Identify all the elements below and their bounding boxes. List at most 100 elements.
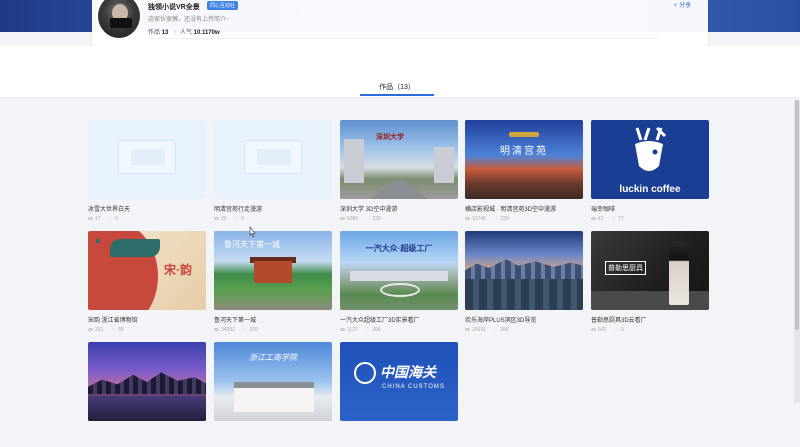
profile-description: 这家伙很懒，还没有上传简介~ (148, 17, 230, 23)
work-card[interactable]: 浙江工商学院 (214, 342, 332, 447)
eye-icon (591, 328, 596, 332)
card-stats: 1127 ♡ 306 (340, 327, 381, 333)
work-card[interactable]: 中国海关 CHINA CUSTOMS (340, 342, 458, 447)
card-likes: 209 (249, 327, 258, 333)
profile-name: 独领小说VR全景 (148, 4, 200, 11)
school-image: 浙江工商学院 (214, 342, 332, 421)
card-title: 普勒思厨具3D云看厂 (591, 318, 647, 324)
work-card[interactable]: 冰雪大世界白天 17 ♡ 0 (88, 120, 206, 225)
works-label: 作品 (148, 30, 161, 36)
card-views: 1127 (347, 327, 358, 333)
work-card[interactable]: 明清宫苑 横店影视城 · 明清宫苑3D空中漫游 10749 ♡ 239 (465, 120, 583, 225)
card-views: 17 (95, 216, 101, 222)
card-likes: 0 (115, 216, 118, 222)
mouse-cursor-icon (249, 226, 256, 238)
card-overlay-text: 中国海关 (380, 364, 436, 380)
card-title: 瑞幸咖啡 (591, 207, 616, 213)
eye-icon (465, 217, 470, 221)
card-overlay-subtext: CHINA CUSTOMS (382, 384, 445, 390)
heart-icon: ♡ (611, 216, 617, 222)
card-views: 331 (95, 327, 104, 333)
eye-icon (214, 328, 219, 332)
card-title: 欢乐海岸PLUS滨区3D导览 (465, 318, 537, 324)
card-views: 542 (598, 327, 607, 333)
card-views: 41 (598, 216, 604, 222)
card-title: 宋韵 浙江省博物馆 (88, 318, 138, 324)
heart-icon: ♡ (108, 216, 114, 222)
card-title: 鲁河天下第一城 (214, 318, 257, 324)
card-stats: 17 ♡ 0 (88, 216, 118, 222)
city-dusk-image (465, 231, 583, 310)
heart-icon: ♡ (111, 327, 116, 333)
eye-icon (214, 217, 219, 221)
share-button[interactable]: < 分享 (674, 0, 691, 9)
blank-icon (214, 120, 332, 199)
tab-works[interactable]: 作品（13） (360, 82, 434, 92)
card-stats: 15531 ♡ 355 (465, 327, 509, 333)
card-views: 10749 (472, 216, 486, 222)
profile-stats: 作品 13 | 人气 10.1170w (148, 30, 220, 36)
card-likes: 38 (117, 327, 124, 333)
work-card[interactable]: 深圳大学 深圳大学 3D空中漫游 6089 ♡ 226 (340, 120, 458, 225)
card-likes: 5 (620, 327, 624, 333)
card-overlay-text: 鲁河天下第一城 (224, 240, 280, 249)
card-title: 深圳大学 3D空中漫游 (340, 207, 398, 213)
blank-icon (88, 120, 206, 199)
customs-emblem-icon (354, 362, 376, 384)
works-count: 13 (161, 30, 169, 36)
eye-icon (591, 217, 596, 221)
card-overlay-text: 深圳大学 (376, 134, 404, 141)
card-title: 明清宫苑行走漫游 (214, 207, 263, 213)
popularity-value: 10.1170w (193, 30, 220, 36)
card-views: 20 (221, 216, 227, 222)
card-stats: 542 ♡ 5 (591, 327, 624, 333)
work-card[interactable]: 一汽大众·超级工厂 一汽大众超级工厂3D实景看厂 1127 ♡ 306 (340, 231, 458, 336)
card-overlay-text: 浙江工商学院 (249, 353, 297, 362)
card-views: 15531 (472, 327, 486, 333)
heart-icon: ♡ (493, 216, 499, 222)
eye-icon (88, 217, 93, 221)
profile-card: 独领小说VR全景 同心互动社 这家伙很懒，还没有上传简介~ 作品 13 | 人气 1… (92, 0, 708, 46)
card-title: 一汽大众超级工厂3D实景看厂 (340, 318, 420, 324)
work-card[interactable]: 欢乐海岸PLUS滨区3D导览 15531 ♡ 355 (465, 231, 583, 336)
avatar[interactable] (96, 0, 142, 40)
card-likes: 0 (241, 216, 244, 222)
tab-active-indicator (360, 94, 434, 96)
song-poster: 宋·韵 (88, 231, 206, 310)
eye-icon (88, 328, 93, 332)
work-card[interactable] (88, 342, 206, 447)
card-title: 横店影视城 · 明清宫苑3D空中漫游 (465, 207, 557, 213)
card-stats: 6089 ♡ 226 (340, 216, 381, 222)
eye-icon (340, 328, 345, 332)
palace-aerial-image: 鲁河天下第一城 (214, 231, 332, 310)
divider (148, 38, 658, 39)
card-stats: 34952 ♡ 209 (214, 327, 258, 333)
card-stats: 41 ♡ 77 (591, 216, 624, 222)
share-label: 分享 (679, 3, 692, 9)
card-overlay-text: 明清宫苑 (500, 146, 548, 157)
luckin-logo: luckin coffee (591, 120, 709, 199)
card-likes: 239 (500, 216, 509, 222)
customs-logo: 中国海关 CHINA CUSTOMS (340, 342, 458, 421)
deer-icon (635, 126, 667, 171)
heart-icon: ♡ (234, 216, 240, 222)
card-stats: 331 ♡ 38 (88, 327, 123, 333)
work-card[interactable]: 普勒思厨具 普勒思厨具3D云看厂 542 ♡ 5 (591, 231, 709, 336)
factory-image: 一汽大众·超级工厂 (340, 231, 458, 310)
scrollbar[interactable] (794, 100, 800, 403)
heart-icon: ♡ (365, 327, 371, 333)
scrollbar-thumb[interactable] (795, 100, 799, 330)
work-card[interactable]: luckin coffee 瑞幸咖啡 41 ♡ 77 (591, 120, 709, 225)
work-card[interactable]: 明清宫苑行走漫游 20 ♡ 0 (214, 120, 332, 225)
card-likes: 306 (372, 327, 381, 333)
card-views: 34952 (221, 327, 235, 333)
heart-icon: ♡ (614, 327, 619, 333)
card-stats: 10749 ♡ 239 (465, 216, 509, 222)
card-likes: 355 (500, 327, 509, 333)
card-stats: 20 ♡ 0 (214, 216, 244, 222)
work-card[interactable]: 鲁河天下第一城 鲁河天下第一城 34952 ♡ 209 (214, 231, 332, 336)
tab-bar: 作品（13） (0, 46, 800, 98)
work-card[interactable]: 宋·韵 宋韵 浙江省博物馆 331 ♡ 38 (88, 231, 206, 336)
heart-icon: ♡ (493, 327, 499, 333)
popularity-label: 人气 (179, 30, 192, 36)
